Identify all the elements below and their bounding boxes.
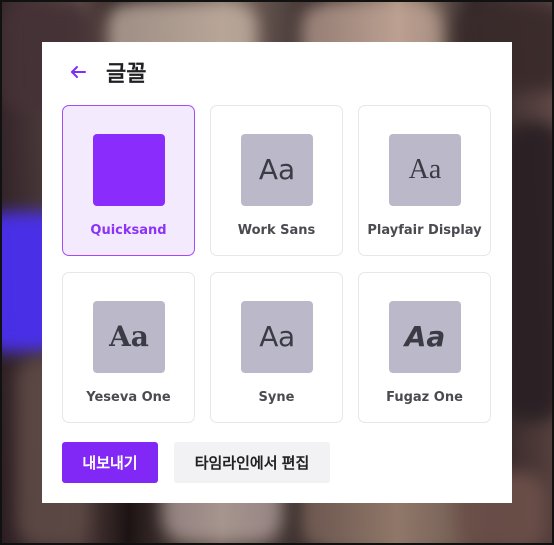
panel-header: 글꼴 xyxy=(66,56,146,88)
page-title: 글꼴 xyxy=(106,62,147,87)
font-name: Fugaz One xyxy=(386,390,463,405)
font-name: Syne xyxy=(258,390,295,405)
edit-in-timeline-button[interactable]: 타임라인에서 편집 xyxy=(174,442,330,483)
font-card-fugaz-one[interactable]: Aa Fugaz One xyxy=(358,272,491,423)
font-card-work-sans[interactable]: Aa Work Sans xyxy=(210,105,343,256)
font-card-playfair-display[interactable]: Aa Playfair Display xyxy=(358,105,491,256)
font-card-syne[interactable]: Aa Syne xyxy=(210,272,343,423)
font-name: Yeseva One xyxy=(86,390,171,405)
font-grid: Quicksand Aa Work Sans Aa Playfair Displ… xyxy=(62,105,492,423)
font-preview: Aa xyxy=(389,134,461,206)
back-arrow-icon xyxy=(71,66,86,78)
font-card-yeseva-one[interactable]: Aa Yeseva One xyxy=(62,272,195,423)
export-button[interactable]: 내보내기 xyxy=(62,442,158,483)
back-button[interactable] xyxy=(66,60,90,84)
font-name: Quicksand xyxy=(90,223,167,238)
font-preview-selected xyxy=(93,134,165,206)
font-name: Work Sans xyxy=(237,223,316,238)
font-name: Playfair Display xyxy=(367,223,482,238)
font-preview: Aa xyxy=(93,301,165,373)
action-bar: 내보내기 타임라인에서 편집 xyxy=(62,442,330,483)
font-preview: Aa xyxy=(241,301,313,373)
font-panel: 글꼴 Quicksand Aa Work Sans Aa Playfair Di… xyxy=(42,42,512,503)
font-preview: Aa xyxy=(389,301,461,373)
font-card-quicksand[interactable]: Quicksand xyxy=(62,105,195,256)
font-preview: Aa xyxy=(241,134,313,206)
